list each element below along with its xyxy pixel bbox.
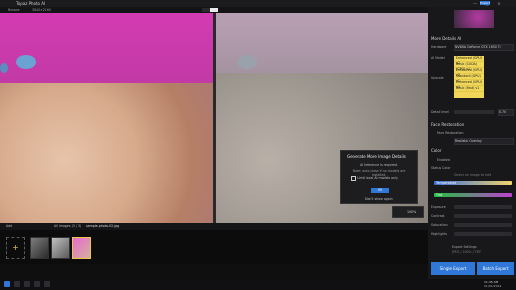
face-enabled-label: Face Restoration — [437, 131, 464, 135]
detail-slider[interactable] — [454, 110, 494, 114]
app-title: Topaz Photo AI — [16, 1, 46, 6]
eye-right — [0, 63, 8, 73]
eye-left — [16, 55, 36, 69]
dialog-ok-button[interactable]: OK — [371, 188, 389, 193]
tint-label: Tint — [436, 193, 443, 197]
contrast-slider[interactable] — [454, 214, 512, 218]
highlights-slider[interactable] — [454, 232, 512, 236]
windows-start-icon[interactable] — [4, 281, 10, 287]
browser-icon[interactable] — [44, 281, 50, 287]
minimize-button[interactable]: — — [470, 1, 480, 6]
single-export-button[interactable]: Single Export — [431, 262, 475, 275]
face-mode-select[interactable]: Realistic Overlay — [454, 138, 514, 145]
detail-value[interactable]: 0.70 — [498, 109, 514, 116]
section-face-restoration[interactable]: Face Restoration — [431, 122, 464, 127]
title-bar: Topaz Photo AI — ▢ × — [0, 0, 516, 7]
preview-thumbnail — [454, 10, 494, 28]
color-enabled-label: Enabled — [437, 158, 450, 162]
generate-details-dialog: Generate More Image Details AI Inference… — [340, 150, 418, 204]
image-size-label: 3840×2160 — [32, 8, 51, 12]
batch-export-button[interactable]: Batch Export — [477, 262, 514, 275]
search-icon[interactable] — [14, 281, 20, 287]
add-button[interactable]: Add — [6, 224, 12, 228]
temperature-label: Temperature — [436, 181, 457, 185]
original-hat — [0, 13, 215, 83]
section-color[interactable]: Color — [431, 148, 441, 153]
tint-slider[interactable] — [434, 193, 512, 197]
contrast-label: Contrast — [431, 214, 445, 218]
color-note: Select an image to edit — [454, 173, 492, 177]
exposure-slider[interactable] — [454, 205, 512, 209]
dialog-dont-show[interactable]: Don't show again — [365, 197, 415, 201]
dialog-line1: AI Inference is required. — [359, 163, 399, 167]
export-settings-title[interactable]: Export Settings — [452, 245, 477, 249]
zoom-control[interactable]: 100% — [392, 206, 424, 218]
dialog-checkbox[interactable] — [351, 176, 356, 181]
section-more-details[interactable]: More Details AI — [431, 36, 461, 41]
saturation-slider[interactable] — [454, 223, 512, 227]
taskview-icon[interactable] — [24, 281, 30, 287]
all-images-crumb: All images (3 / 3) — [54, 224, 82, 228]
ai-model-dropdown[interactable]: Enhanced (GPU) v2 Basic (CUDA) (GPU) v1 … — [454, 56, 484, 98]
export-header-button[interactable]: Export — [480, 1, 490, 5]
thumbnail-1[interactable] — [30, 237, 49, 259]
clock-date: 01/01/2024 — [484, 284, 502, 288]
current-filename: sample-photo-02.jpg — [86, 224, 120, 228]
zoom-value: 100% — [407, 210, 417, 214]
export-settings-value: JPEG / 100% / TIFF — [452, 250, 482, 254]
add-image-tile[interactable]: + — [6, 237, 25, 259]
ai-model-label: AI Model — [431, 56, 445, 60]
detail-level-label: Detail level — [431, 110, 449, 114]
browse-chip[interactable]: Browse — [8, 8, 20, 12]
view-toggle-left[interactable] — [202, 8, 210, 12]
hardware-label: Hardware — [431, 45, 447, 49]
thumbnail-3[interactable] — [72, 237, 91, 259]
compare-divider[interactable] — [213, 13, 216, 223]
eye-preview — [237, 55, 257, 69]
thumbnail-2[interactable] — [51, 237, 70, 259]
dialog-checkbox-label: Limit local AI models only — [357, 176, 398, 180]
explorer-icon[interactable] — [34, 281, 40, 287]
os-taskbar — [0, 279, 516, 290]
dropdown-item[interactable]: Basic (Fast) v1 — [454, 86, 484, 92]
status-color-label: Status Color — [431, 166, 451, 170]
close-button[interactable]: × — [494, 1, 504, 6]
hardware-select[interactable]: NVIDIA GeForce GTX 1650 Ti — [454, 44, 514, 51]
view-toggle-right[interactable] — [210, 8, 218, 12]
upscale-label: Upscale — [431, 76, 444, 80]
highlights-label: Highlights — [431, 232, 448, 236]
dialog-title: Generate More Image Details — [347, 154, 406, 159]
saturation-label: Saturation — [431, 223, 448, 227]
exposure-label: Exposure — [431, 205, 446, 209]
